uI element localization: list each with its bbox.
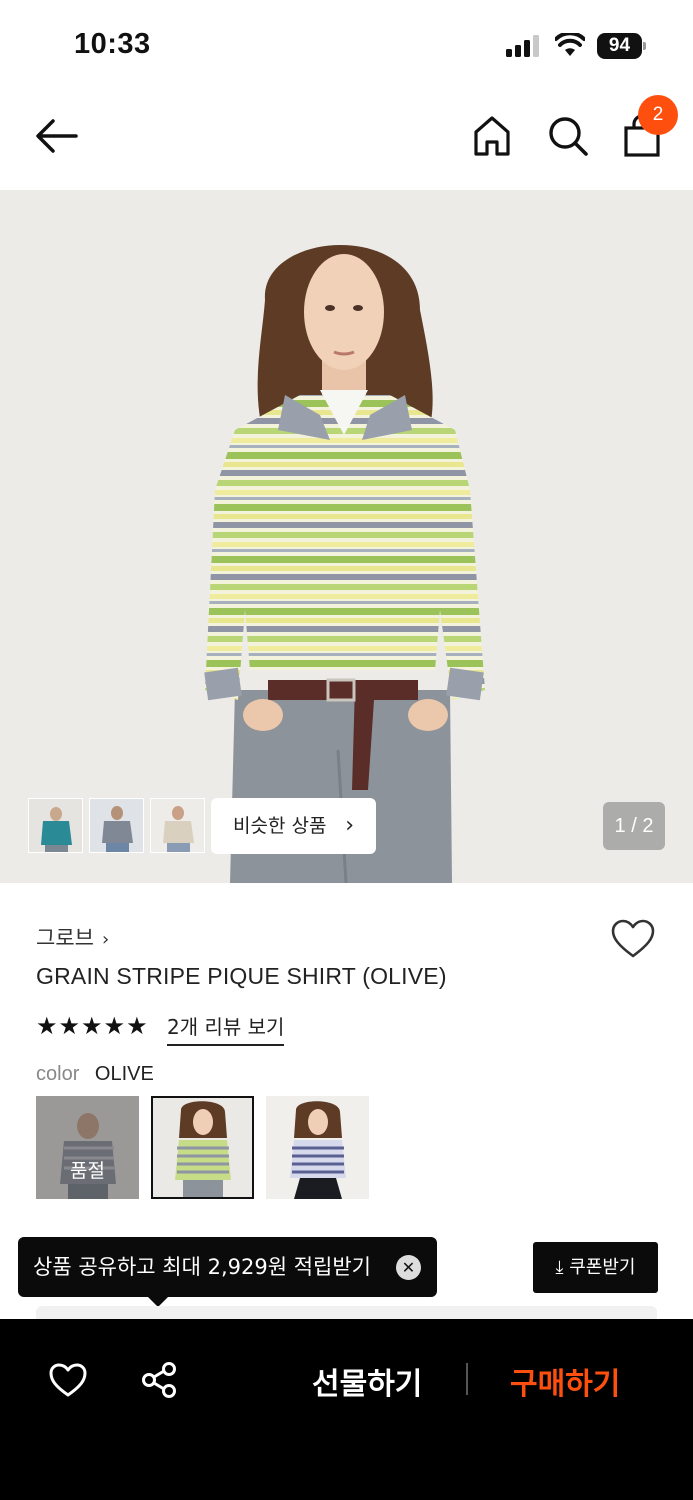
top-nav: 2 bbox=[0, 90, 693, 190]
battery-level: 94 bbox=[597, 33, 642, 59]
selected-color-value: OLIVE bbox=[94, 1063, 154, 1085]
product-name: GRAIN STRIPE PIQUE SHIRT (OLIVE) bbox=[36, 963, 447, 989]
brand-name: 그로브 bbox=[36, 926, 94, 950]
wifi-icon bbox=[555, 33, 585, 56]
chevron-right-icon: › bbox=[345, 813, 354, 838]
similar-products-label: 비슷한 상품 bbox=[233, 815, 327, 837]
share-icon[interactable] bbox=[140, 1361, 178, 1399]
cellular-signal-icon bbox=[506, 35, 539, 57]
product-photo bbox=[204, 245, 485, 883]
color-label: color bbox=[36, 1063, 80, 1085]
home-icon[interactable] bbox=[472, 114, 512, 158]
reviews-link[interactable]: 2개 리뷰 보기 bbox=[167, 1011, 285, 1046]
brand-link[interactable]: 그로브 › bbox=[36, 922, 109, 952]
star-icon: ★ bbox=[126, 1012, 148, 1040]
coupon-label: 쿠폰받기 bbox=[569, 1257, 636, 1278]
product-image-gallery[interactable]: 비슷한 상품 › 1 / 2 bbox=[0, 190, 693, 883]
search-icon[interactable] bbox=[546, 114, 590, 158]
star-icon: ★ bbox=[58, 1012, 81, 1040]
thumbnail-1[interactable] bbox=[28, 798, 83, 853]
status-time: 10:33 bbox=[74, 28, 151, 60]
chevron-right-icon: › bbox=[101, 929, 110, 950]
status-bar: 10:33 94 bbox=[0, 0, 693, 90]
share-reward-tooltip: 상품 공유하고 최대 2,929원 적립받기 ✕ bbox=[18, 1237, 437, 1307]
get-coupon-button[interactable]: ⤓ 쿠폰받기 bbox=[533, 1242, 658, 1293]
wishlist-heart-icon[interactable] bbox=[48, 1362, 88, 1398]
color-options: 품절 bbox=[36, 1096, 369, 1199]
star-icon: ★ bbox=[36, 1012, 58, 1040]
color-option-grey[interactable]: 품절 bbox=[36, 1096, 139, 1199]
sold-out-label: 품절 bbox=[70, 1160, 105, 1182]
buy-button[interactable]: 구매하기 bbox=[510, 1359, 620, 1403]
gallery-thumbnails bbox=[28, 798, 205, 853]
bottom-action-bar: 선물하기 구매하기 bbox=[0, 1319, 693, 1500]
section-divider bbox=[36, 1306, 657, 1320]
star-icon: ★ bbox=[103, 1012, 126, 1040]
divider bbox=[466, 1363, 468, 1395]
gift-button[interactable]: 선물하기 bbox=[312, 1359, 422, 1403]
close-icon[interactable]: ✕ bbox=[396, 1255, 421, 1280]
back-arrow-icon[interactable] bbox=[34, 116, 80, 156]
star-icon: ★ bbox=[81, 1012, 103, 1040]
similar-products-button[interactable]: 비슷한 상품 › bbox=[211, 798, 376, 854]
battery-icon: 94 bbox=[597, 33, 647, 59]
cart-count-badge: 2 bbox=[638, 95, 678, 135]
color-option-olive[interactable] bbox=[151, 1096, 254, 1199]
image-page-indicator: 1 / 2 bbox=[603, 802, 665, 850]
thumbnail-2[interactable] bbox=[89, 798, 144, 853]
color-option-navy[interactable] bbox=[266, 1096, 369, 1199]
rating-stars: ★ ★ ★ ★ ★ bbox=[36, 1012, 148, 1040]
heart-icon[interactable] bbox=[610, 918, 656, 960]
thumbnail-3[interactable] bbox=[150, 798, 205, 853]
download-icon: ⤓ bbox=[555, 1257, 564, 1278]
color-selector-label: color OLIVE bbox=[36, 1063, 154, 1086]
share-reward-text: 상품 공유하고 최대 2,929원 적립받기 bbox=[33, 1255, 371, 1279]
